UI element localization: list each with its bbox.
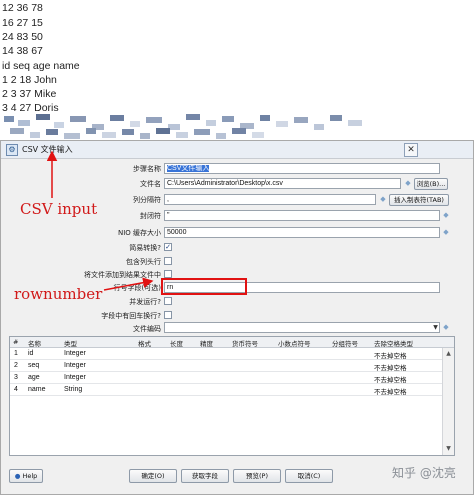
arrow-to-rownum <box>103 277 154 291</box>
annotation-arrows <box>46 150 154 291</box>
annotation-rownumber: rownumber <box>14 285 103 303</box>
annotation-csv-input: CSV input <box>20 200 98 218</box>
highlight-box <box>161 278 247 295</box>
watermark: 知乎 @沈亮 <box>392 466 456 480</box>
